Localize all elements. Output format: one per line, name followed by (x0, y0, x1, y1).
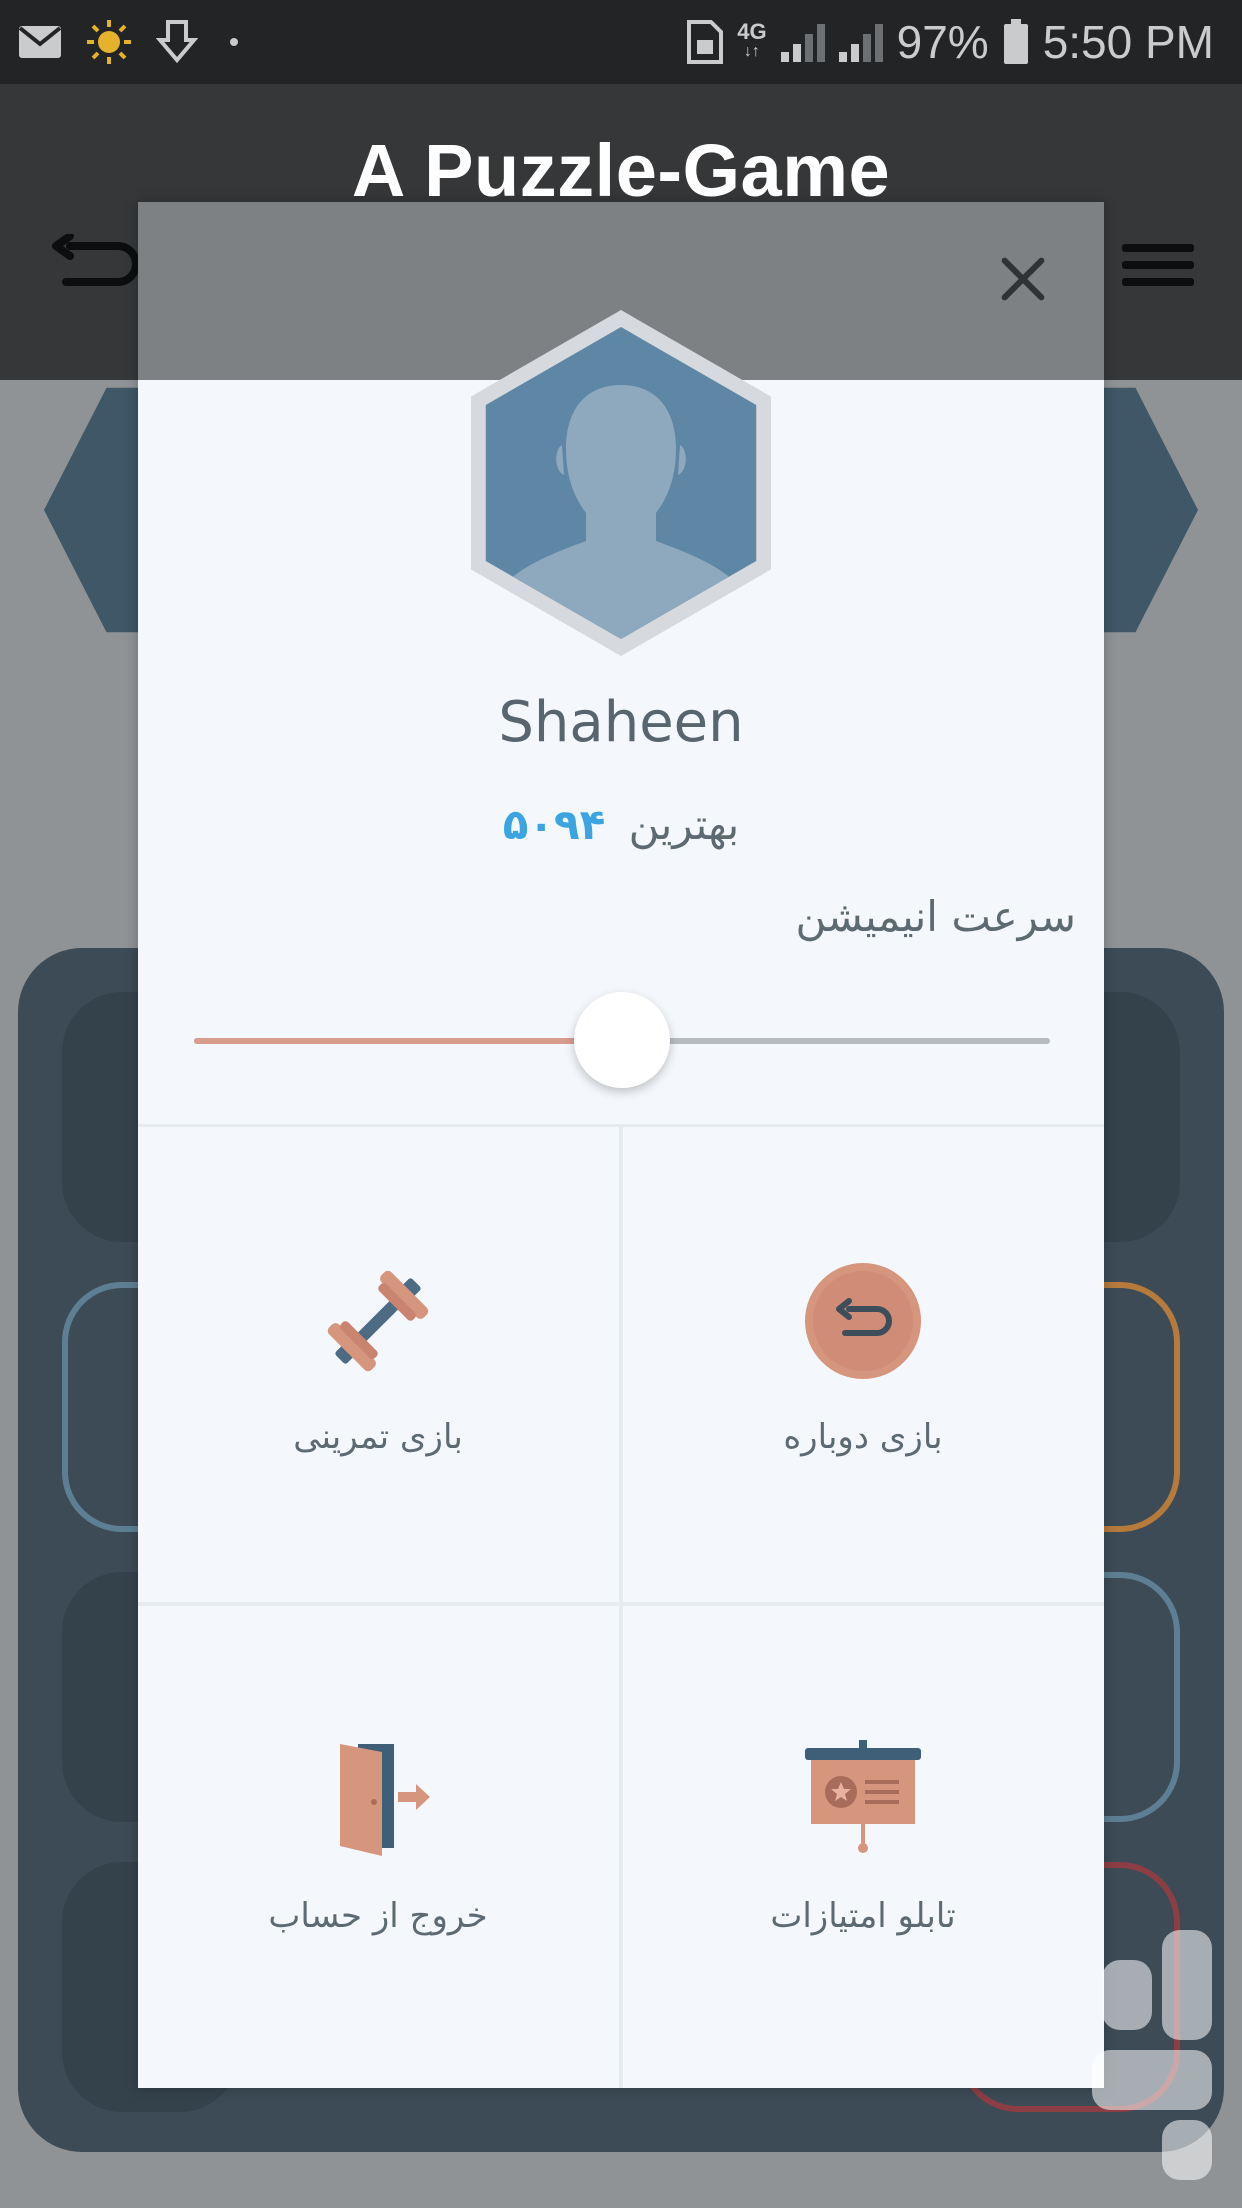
hamburger-menu-icon[interactable] (1122, 244, 1194, 286)
battery-percent: 97% (896, 16, 989, 68)
sim-icon (687, 20, 724, 64)
slider-thumb[interactable] (574, 992, 670, 1088)
dumbbell-icon (327, 1270, 429, 1372)
leaderboard-label: تابلو امتیازات (770, 1896, 956, 1936)
leaderboard-button[interactable]: تابلو امتیازات (623, 1606, 1103, 2086)
download-icon (156, 20, 198, 64)
best-label: بهترین (628, 800, 740, 849)
avatar (458, 310, 784, 656)
promo-banner-title: A Puzzle-Game (351, 129, 891, 212)
clock: 5:50 PM (1042, 16, 1214, 68)
back-icon[interactable] (52, 234, 140, 294)
practice-game-button[interactable]: بازی تمرینی (138, 1127, 618, 1607)
replay-game-button[interactable]: بازی دوباره (623, 1127, 1103, 1607)
scoreboard-icon (805, 1740, 921, 1853)
close-icon[interactable] (998, 254, 1048, 304)
sun-icon (87, 20, 131, 64)
username: Shaheen (498, 690, 744, 755)
replay-icon (805, 1263, 921, 1379)
dot-icon (230, 38, 238, 46)
logout-button[interactable]: خروج از حساب (138, 1606, 618, 2086)
animation-speed-slider[interactable] (194, 992, 1050, 1088)
practice-game-label: بازی تمرینی (293, 1417, 463, 1457)
mail-icon (18, 26, 62, 58)
logout-label: خروج از حساب (268, 1896, 488, 1936)
network-type: 4G ↓↑ (737, 19, 767, 61)
signal-icon (838, 22, 883, 62)
best-score: ۵۰۹۴ (502, 800, 606, 849)
animation-speed-label: سرعت انیمیشن (795, 892, 1076, 941)
battery-icon (1003, 19, 1028, 64)
replay-game-label: بازی دوباره (783, 1417, 943, 1457)
status-bar: 4G ↓↑ 97% 5:50 PM (0, 0, 1242, 84)
best-score-row: بهترین ۵۰۹۴ (138, 800, 1104, 849)
exit-door-icon (340, 1744, 430, 1856)
profile-dialog: Shaheen بهترین ۵۰۹۴ سرعت انیمیشن بازی تم… (138, 202, 1104, 2088)
store-watermark-logo (1092, 1930, 1212, 2180)
slider-fill (194, 1038, 622, 1044)
signal-icon (780, 22, 825, 62)
